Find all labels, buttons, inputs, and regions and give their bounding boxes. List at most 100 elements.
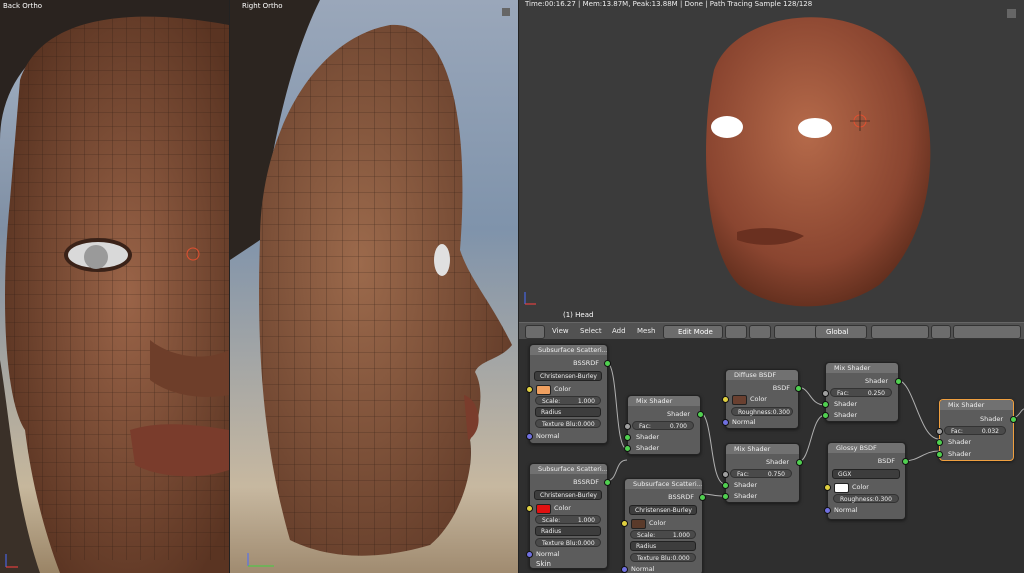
color-input-socket[interactable] — [526, 505, 533, 512]
shader-output-socket[interactable] — [1010, 416, 1017, 423]
fac-input-socket[interactable] — [822, 390, 829, 397]
mix-shader-node-1[interactable]: Mix Shader Shader Fac: 0.700 Shader Shade… — [624, 395, 704, 455]
rendered-viewport[interactable]: Time:00:16.27 | Mem:13.87M, Peak:13.88M … — [519, 0, 1024, 322]
normal-input-socket[interactable] — [621, 566, 628, 573]
fac-input-socket[interactable] — [936, 428, 943, 435]
fac-field[interactable]: Fac: 0.032 — [944, 426, 1006, 435]
roughness-field[interactable]: Roughness:0.300 — [833, 494, 899, 503]
menu-view[interactable]: View — [552, 327, 569, 335]
texture-blur-field[interactable]: Texture Blu:0.000 — [630, 553, 696, 562]
distribution-dropdown[interactable]: GGX — [832, 469, 900, 479]
radius-field[interactable]: Radius — [535, 407, 601, 417]
bsdf-output-socket[interactable] — [902, 458, 909, 465]
pivot-button[interactable] — [749, 325, 771, 339]
falloff-dropdown[interactable]: Christensen-Burley — [629, 505, 697, 515]
shader-output-label: Shader — [864, 377, 888, 385]
texture-blur-field[interactable]: Texture Blu:0.000 — [535, 419, 601, 428]
side-face-mesh-render — [230, 0, 512, 556]
color-input-socket[interactable] — [722, 396, 729, 403]
scale-field[interactable]: Scale: 1.000 — [535, 396, 601, 405]
color-swatch[interactable] — [536, 385, 551, 395]
viewport-corner-widget[interactable] — [502, 8, 510, 16]
node-header[interactable]: Subsurface Scatteri... — [625, 479, 702, 489]
viewport-corner-widget[interactable] — [1007, 9, 1016, 18]
color-input-socket[interactable] — [526, 386, 533, 393]
fac-input-socket[interactable] — [624, 423, 631, 430]
subsurface-scattering-node-3[interactable]: Subsurface Scatteri... BSSRDF Christense… — [621, 478, 706, 573]
node-header[interactable]: Mix Shader — [826, 363, 898, 373]
scale-field[interactable]: Scale: 1.000 — [630, 530, 696, 539]
node-header[interactable]: Subsurface Scatteri... — [530, 345, 607, 355]
shader-input-socket[interactable] — [722, 493, 729, 500]
shader-input-label: Shader — [948, 438, 972, 446]
orientation-selector[interactable]: Global — [815, 325, 867, 339]
bsdf-output-socket[interactable] — [795, 385, 802, 392]
mix-shader-node-2[interactable]: Mix Shader Shader Fac: 0.750 Shader Shade… — [722, 443, 803, 503]
shader-input-socket[interactable] — [936, 439, 943, 446]
bssrdf-output-label: BSSRDF — [573, 478, 599, 486]
shader-input-socket[interactable] — [822, 412, 829, 419]
mix-shader-node-4[interactable]: Mix Shader Shader Fac: 0.032 Shader Shade… — [936, 399, 1017, 461]
bssrdf-output-socket[interactable] — [604, 479, 611, 486]
node-editor[interactable]: Subsurface Scatteri... BSSRDF Christense… — [519, 339, 1024, 573]
radius-field[interactable]: Radius — [630, 541, 696, 551]
shader-output-socket[interactable] — [895, 378, 902, 385]
subsurface-scattering-node-2[interactable]: Subsurface Scatteri... BSSRDF Christense… — [526, 463, 611, 569]
glossy-bsdf-node[interactable]: Glossy BSDF BSDF GGX Color Roughness:0.3… — [824, 442, 909, 520]
color-swatch[interactable] — [834, 483, 849, 493]
node-header[interactable]: Mix Shader — [940, 400, 1013, 410]
diffuse-bsdf-node[interactable]: Diffuse BSDF BSDF Color Roughness:0.300 … — [722, 369, 802, 429]
shader-input-socket[interactable] — [722, 482, 729, 489]
color-swatch[interactable] — [732, 395, 747, 405]
layer-buttons[interactable] — [871, 325, 929, 339]
menu-add[interactable]: Add — [612, 327, 626, 335]
node-header[interactable]: Glossy BSDF — [828, 443, 905, 453]
shader-input-socket[interactable] — [936, 451, 943, 458]
bssrdf-output-socket[interactable] — [604, 360, 611, 367]
normal-input-socket[interactable] — [526, 551, 533, 558]
texture-blur-field[interactable]: Texture Blu:0.000 — [535, 538, 601, 547]
menu-select[interactable]: Select — [580, 327, 602, 335]
right-ortho-viewport[interactable]: Right Ortho — [230, 0, 518, 573]
falloff-dropdown[interactable]: Christensen-Burley — [534, 490, 602, 500]
node-header[interactable]: Mix Shader — [726, 444, 799, 454]
roughness-field[interactable]: Roughness:0.300 — [731, 407, 793, 416]
mode-selector[interactable]: Edit Mode — [663, 325, 723, 339]
fac-input-socket[interactable] — [722, 471, 729, 478]
proportional-edit-button[interactable] — [931, 325, 951, 339]
radius-field[interactable]: Radius — [535, 526, 601, 536]
scale-field[interactable]: Scale: 1.000 — [535, 515, 601, 524]
normal-label: Normal — [536, 550, 560, 558]
normal-input-socket[interactable] — [824, 507, 831, 514]
node-header[interactable]: Diffuse BSDF — [726, 370, 798, 380]
color-input-socket[interactable] — [824, 484, 831, 491]
fac-field[interactable]: Fac: 0.700 — [632, 421, 694, 430]
shader-output-socket[interactable] — [697, 411, 704, 418]
node-header[interactable]: Mix Shader — [628, 396, 700, 406]
snap-buttons[interactable] — [953, 325, 1021, 339]
normal-input-socket[interactable] — [526, 433, 533, 440]
fac-value: 0.750 — [767, 471, 785, 478]
shading-button[interactable] — [725, 325, 747, 339]
subsurface-scattering-node-1[interactable]: Subsurface Scatteri... BSSRDF Christense… — [526, 344, 611, 444]
editor-type-button[interactable] — [525, 325, 545, 339]
color-swatch[interactable] — [631, 519, 646, 529]
falloff-dropdown[interactable]: Christensen-Burley — [534, 371, 602, 381]
color-swatch[interactable] — [536, 504, 551, 514]
shader-output-socket[interactable] — [796, 459, 803, 466]
bssrdf-output-socket[interactable] — [699, 494, 706, 501]
back-ortho-viewport[interactable]: Back Ortho — [0, 0, 229, 573]
normal-label: Normal — [732, 418, 756, 426]
shader-input-socket[interactable] — [822, 401, 829, 408]
node-name-label: Skin — [536, 560, 551, 568]
shader-input-socket[interactable] — [624, 434, 631, 441]
fac-field[interactable]: Fac: 0.750 — [730, 469, 792, 478]
menu-mesh[interactable]: Mesh — [637, 327, 655, 335]
node-header[interactable]: Subsurface Scatteri... — [530, 464, 607, 474]
mix-shader-node-3[interactable]: Mix Shader Shader Fac: 0.250 Shader Shade… — [822, 362, 902, 422]
shader-input-socket[interactable] — [624, 445, 631, 452]
normal-input-socket[interactable] — [722, 419, 729, 426]
fac-label: Fac: — [737, 471, 749, 478]
color-input-socket[interactable] — [621, 520, 628, 527]
fac-field[interactable]: Fac: 0.250 — [830, 388, 892, 397]
